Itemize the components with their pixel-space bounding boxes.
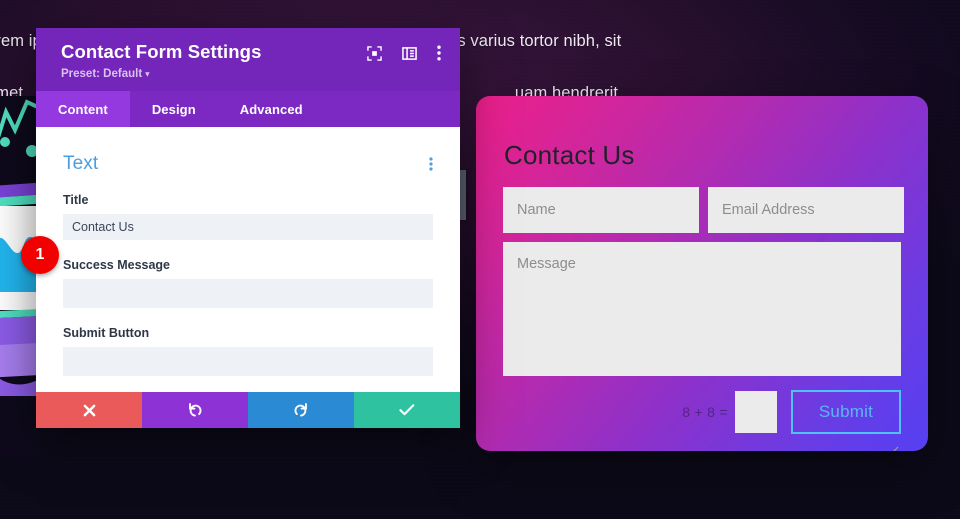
undo-button[interactable] <box>142 392 248 428</box>
redo-icon <box>294 403 307 417</box>
submit-button-input[interactable] <box>63 347 433 376</box>
section-more-vertical-icon[interactable] <box>429 157 433 171</box>
name-input[interactable] <box>503 187 699 233</box>
modal-body: Text Title Success Message Submit Button <box>36 127 460 399</box>
layout-panel-icon[interactable] <box>402 46 417 61</box>
close-icon <box>83 404 95 416</box>
contact-form-row <box>503 187 904 233</box>
captcha-group: 8 + 8 = <box>682 391 777 433</box>
step-badge-number: 1 <box>35 246 45 263</box>
modal-body-content: Text Title Success Message Submit Button <box>36 127 460 376</box>
success-message-field-label: Success Message <box>63 258 171 272</box>
chevron-down-icon: ▾ <box>145 69 150 79</box>
captcha-input[interactable] <box>734 391 777 433</box>
decorative-illustration <box>0 96 40 456</box>
preset-selector[interactable]: Preset: Default ▾ <box>61 68 443 80</box>
redo-button[interactable] <box>248 392 354 428</box>
captcha-question: 8 + 8 = <box>682 404 728 420</box>
submit-button-field-label: Submit Button <box>63 326 150 340</box>
undo-icon <box>189 403 202 417</box>
section-title: Text <box>63 153 99 174</box>
tab-content[interactable]: Content <box>36 91 130 127</box>
title-field-label: Title <box>63 193 89 207</box>
submit-button[interactable]: Submit <box>790 390 901 434</box>
contact-form-title: Contact Us <box>504 140 635 170</box>
contact-form-module: Contact Us 8 + 8 = Submit <box>476 96 928 451</box>
success-message-input[interactable] <box>63 279 433 308</box>
title-input[interactable] <box>63 214 433 240</box>
email-input[interactable] <box>708 187 904 233</box>
focus-icon[interactable] <box>367 45 382 61</box>
message-textarea[interactable] <box>503 242 901 376</box>
save-button[interactable] <box>354 392 460 428</box>
tab-advanced[interactable]: Advanced <box>218 91 325 127</box>
modal-footer <box>36 392 460 428</box>
modal-header: Contact Form Settings Preset: Default ▾ <box>36 28 460 91</box>
contact-form-footer: 8 + 8 = Submit <box>503 390 901 434</box>
preset-label: Preset: Default <box>61 68 143 80</box>
step-badge-1: 1 <box>21 236 59 274</box>
modal-header-actions <box>367 45 441 61</box>
more-vertical-icon[interactable] <box>437 45 441 61</box>
check-icon <box>399 404 415 416</box>
settings-modal: Contact Form Settings Preset: Default ▾ <box>36 28 460 428</box>
section-header-text: Text <box>63 127 433 175</box>
cancel-button[interactable] <box>36 392 142 428</box>
textarea-resize-handle[interactable] <box>887 446 899 451</box>
tab-design[interactable]: Design <box>130 91 218 127</box>
modal-tabs: Content Design Advanced <box>36 91 460 127</box>
